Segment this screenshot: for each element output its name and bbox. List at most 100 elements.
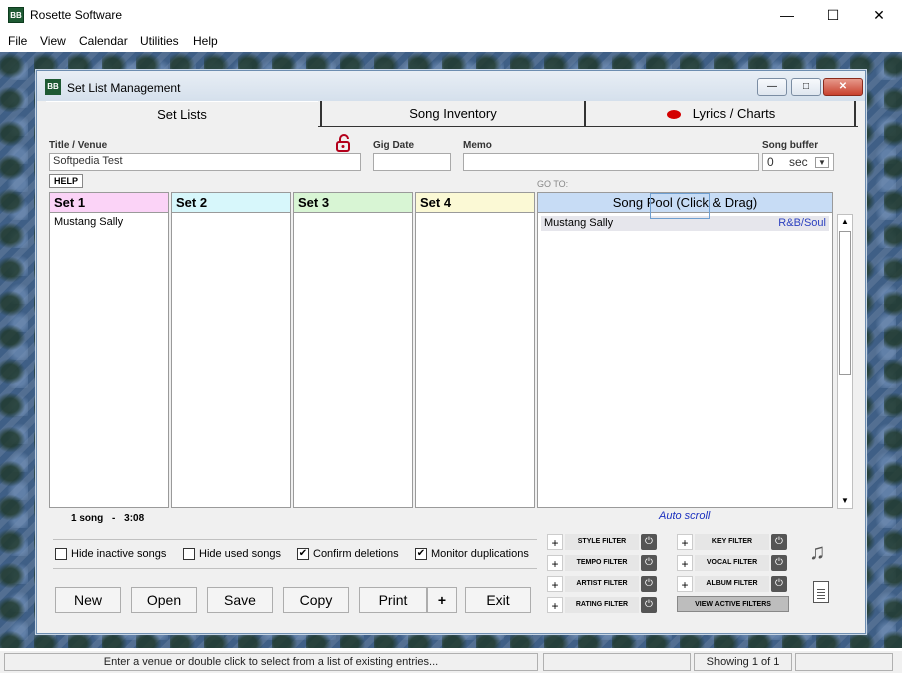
power-icon[interactable]: ⏻ [641, 555, 657, 571]
close-button[interactable]: ✕ [856, 0, 902, 30]
total-duration: 3:08 [124, 513, 145, 524]
options-bar: Hide inactive songs Hide used songs ✔ Con… [53, 539, 537, 569]
speech-bubble-icon [666, 110, 681, 120]
power-icon[interactable]: ⏻ [641, 534, 657, 550]
menu-view[interactable]: View [40, 34, 66, 48]
vocal-filter-button[interactable]: VOCAL FILTER [695, 555, 769, 571]
set-1-header: Set 1 [50, 193, 168, 213]
scroll-thumb[interactable] [839, 231, 851, 375]
set-3-column[interactable]: Set 3 [293, 192, 413, 508]
option-label: Hide inactive songs [71, 548, 167, 560]
menu-help[interactable]: Help [193, 34, 218, 48]
album-filter-button[interactable]: ALBUM FILTER [695, 576, 769, 592]
option-label: Monitor duplications [431, 548, 529, 560]
hide-used-checkbox[interactable]: Hide used songs [183, 548, 281, 560]
power-icon[interactable]: ⏻ [641, 597, 657, 613]
tab-song-inventory[interactable]: Song Inventory [320, 101, 586, 127]
tempo-filter-button[interactable]: TEMPO FILTER [565, 555, 639, 571]
menu-file[interactable]: File [8, 34, 27, 48]
set-1-column[interactable]: Set 1 Mustang Sally [49, 192, 169, 508]
add-artist-filter-button[interactable]: + [547, 576, 563, 592]
app-titlebar: BB Rosette Software — ☐ ✕ [0, 0, 902, 30]
memo-input[interactable] [463, 153, 759, 171]
dialog-maximize-button[interactable]: □ [791, 78, 821, 96]
pool-song-title: Mustang Sally [544, 217, 614, 229]
save-button[interactable]: Save [207, 587, 273, 613]
scroll-down-icon[interactable]: ▼ [838, 494, 852, 508]
song-pool-scrollbar[interactable]: ▲ ▼ [837, 214, 853, 509]
tab-set-lists[interactable]: Set Lists [46, 101, 318, 127]
gig-date-input[interactable] [373, 153, 451, 171]
drag-indicator [650, 193, 710, 219]
style-filter-button[interactable]: STYLE FILTER [565, 534, 639, 550]
print-button[interactable]: Print [359, 587, 427, 613]
add-vocal-filter-button[interactable]: + [677, 555, 693, 571]
style-filter-group: + STYLE FILTER ⏻ [547, 533, 657, 551]
music-note-icon[interactable]: ♫ [809, 539, 826, 565]
set-2-column[interactable]: Set 2 [171, 192, 291, 508]
auto-scroll-link[interactable]: Auto scroll [659, 510, 710, 522]
status-showing: Showing 1 of 1 [694, 653, 792, 671]
rating-filter-button[interactable]: RATING FILTER [565, 597, 639, 613]
unlock-icon[interactable] [335, 133, 353, 153]
set-2-header: Set 2 [172, 193, 290, 213]
print-options-button[interactable]: + [427, 587, 457, 613]
key-filter-button[interactable]: KEY FILTER [695, 534, 769, 550]
new-button[interactable]: New [55, 587, 121, 613]
tab-lyrics-charts[interactable]: Lyrics / Charts [588, 101, 856, 127]
power-icon[interactable]: ⏻ [771, 534, 787, 550]
open-button[interactable]: Open [131, 587, 197, 613]
copy-button[interactable]: Copy [283, 587, 349, 613]
title-venue-input[interactable]: Softpedia Test [49, 153, 361, 171]
gig-date-label: Gig Date [373, 140, 415, 151]
set-4-column[interactable]: Set 4 [415, 192, 535, 508]
checkbox-box [183, 548, 195, 560]
view-active-filters-button[interactable]: VIEW ACTIVE FILTERS [677, 596, 789, 612]
song-pool-header: Song Pool (Click & Drag) [538, 193, 832, 219]
checkbox-box [55, 548, 67, 560]
key-filter-group: + KEY FILTER ⏻ [677, 533, 787, 551]
app-title: Rosette Software [30, 8, 123, 22]
add-album-filter-button[interactable]: + [677, 576, 693, 592]
memo-label: Memo [463, 140, 492, 151]
dialog-icon: BB [45, 79, 61, 95]
dialog-minimize-button[interactable]: — [757, 78, 787, 96]
tab-divider [318, 126, 858, 127]
menu-calendar[interactable]: Calendar [79, 34, 128, 48]
vocal-filter-group: + VOCAL FILTER ⏻ [677, 554, 787, 572]
monitor-duplications-checkbox[interactable]: ✔ Monitor duplications [415, 548, 529, 560]
pool-song-genre: R&B/Soul [778, 217, 826, 229]
app-icon: BB [8, 7, 24, 23]
song-pool-list[interactable]: Song Pool (Click & Drag) Mustang Sally R… [537, 192, 833, 508]
song-buffer-select[interactable]: 0 sec ▼ [762, 153, 834, 171]
album-filter-group: + ALBUM FILTER ⏻ [677, 575, 787, 593]
power-icon[interactable]: ⏻ [771, 555, 787, 571]
song-buffer-unit: sec [789, 155, 808, 169]
tab-lyrics-label: Lyrics / Charts [692, 106, 776, 121]
option-label: Hide used songs [199, 548, 281, 560]
power-icon[interactable]: ⏻ [771, 576, 787, 592]
power-icon[interactable]: ⏻ [641, 576, 657, 592]
add-tempo-filter-button[interactable]: + [547, 555, 563, 571]
artist-filter-button[interactable]: ARTIST FILTER [565, 576, 639, 592]
add-key-filter-button[interactable]: + [677, 534, 693, 550]
rating-filter-group: + RATING FILTER ⏻ [547, 596, 657, 614]
scroll-up-icon[interactable]: ▲ [838, 215, 852, 229]
dialog-close-button[interactable]: ✕ [823, 78, 863, 96]
document-icon[interactable] [813, 581, 829, 603]
status-message: Enter a venue or double click to select … [4, 653, 538, 671]
menu-bar: File View Calendar Utilities Help [0, 30, 902, 52]
status-empty-2 [795, 653, 893, 671]
confirm-deletions-checkbox[interactable]: ✔ Confirm deletions [297, 548, 399, 560]
add-rating-filter-button[interactable]: + [547, 597, 563, 613]
maximize-button[interactable]: ☐ [810, 0, 856, 30]
list-item[interactable]: Mustang Sally [50, 213, 168, 231]
add-style-filter-button[interactable]: + [547, 534, 563, 550]
hide-inactive-checkbox[interactable]: Hide inactive songs [55, 548, 166, 560]
exit-button[interactable]: Exit [465, 587, 531, 613]
artist-filter-group: + ARTIST FILTER ⏻ [547, 575, 657, 593]
minimize-button[interactable]: — [764, 0, 810, 30]
help-button[interactable]: HELP [49, 174, 83, 188]
menu-utilities[interactable]: Utilities [140, 34, 179, 48]
summary-separator: - [112, 513, 116, 524]
